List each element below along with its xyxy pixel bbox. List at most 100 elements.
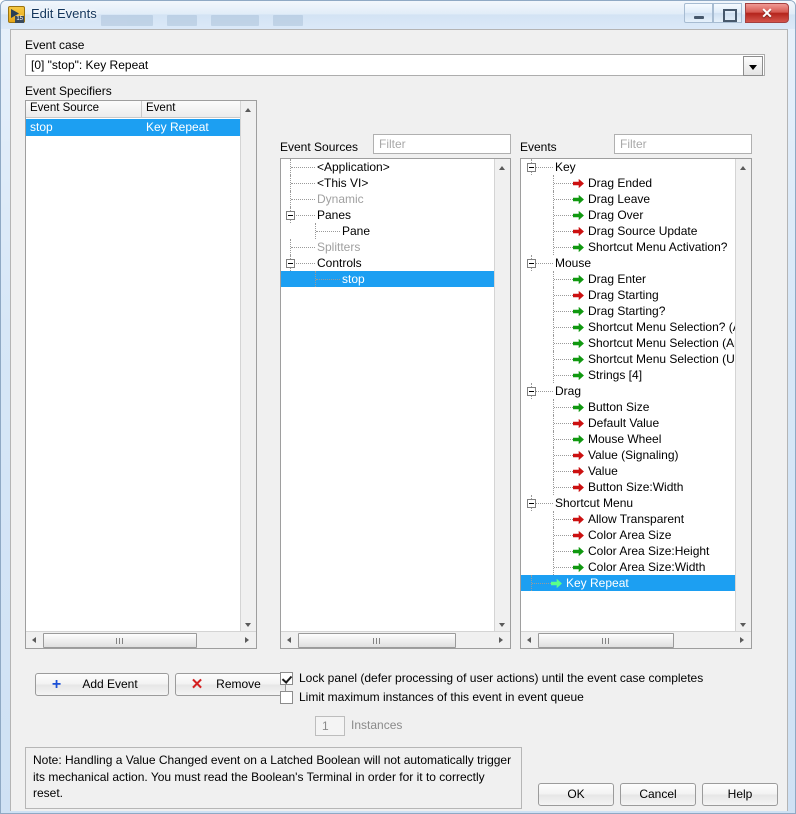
- tree-item[interactable]: Drag Starting?: [521, 303, 735, 319]
- scroll-up-icon[interactable]: [241, 102, 256, 117]
- tree-item[interactable]: Drag Enter: [521, 271, 735, 287]
- tree-item[interactable]: Drag Source Update: [521, 223, 735, 239]
- collapse-icon[interactable]: [527, 387, 536, 396]
- tree-item-selected[interactable]: stop: [281, 271, 494, 287]
- tree-item-label: Drag Leave: [588, 192, 651, 206]
- events-filter-input[interactable]: Filter: [614, 134, 752, 154]
- tree-item[interactable]: Shortcut Menu Selection? (Ap: [521, 319, 735, 335]
- tree-item[interactable]: Drag: [521, 383, 735, 399]
- add-event-button[interactable]: + Add Event: [35, 673, 169, 696]
- table-row[interactable]: stop Key Repeat: [26, 119, 240, 136]
- tree-item-label: Drag Starting?: [588, 304, 666, 318]
- scrollbar-thumb[interactable]: [43, 633, 197, 648]
- close-button[interactable]: [745, 3, 789, 23]
- tree-item[interactable]: Color Area Size: [521, 527, 735, 543]
- scroll-left-icon[interactable]: [522, 633, 537, 648]
- filter-arrow-icon: [573, 195, 584, 204]
- tree-connector: [291, 199, 315, 200]
- events-vertical-scrollbar[interactable]: [735, 159, 751, 632]
- scroll-left-icon[interactable]: [282, 633, 297, 648]
- collapse-icon[interactable]: [527, 259, 536, 268]
- event-sources-vertical-scrollbar[interactable]: [494, 159, 510, 632]
- tree-item[interactable]: Color Area Size:Height: [521, 543, 735, 559]
- event-specifiers-horizontal-scrollbar[interactable]: [26, 631, 256, 648]
- instances-label: Instances: [351, 718, 403, 732]
- chevron-down-icon[interactable]: [743, 56, 763, 76]
- event-sources-horizontal-scrollbar[interactable]: [281, 631, 510, 648]
- tree-item[interactable]: Splitters: [281, 239, 494, 255]
- tree-item[interactable]: Value: [521, 463, 735, 479]
- limit-instances-checkbox[interactable]: [280, 691, 293, 704]
- tree-item[interactable]: Mouse: [521, 255, 735, 271]
- tree-item-label: Panes: [317, 208, 352, 222]
- scroll-up-icon[interactable]: [495, 160, 510, 175]
- scroll-right-icon[interactable]: [735, 633, 750, 648]
- tree-item[interactable]: Default Value: [521, 415, 735, 431]
- scroll-left-icon[interactable]: [27, 633, 42, 648]
- tree-item-label: Color Area Size:Width: [588, 560, 706, 574]
- tree-item[interactable]: Mouse Wheel: [521, 431, 735, 447]
- event-sources-filter-input[interactable]: Filter: [373, 134, 511, 154]
- scroll-down-icon[interactable]: [495, 617, 510, 632]
- tree-item[interactable]: Shortcut Menu: [521, 495, 735, 511]
- ok-button[interactable]: OK: [538, 783, 614, 806]
- scroll-down-icon[interactable]: [241, 617, 256, 632]
- event-sources-tree[interactable]: <Application> <This VI> Dynamic Panes Pane Sp…: [280, 158, 511, 649]
- scroll-up-icon[interactable]: [736, 160, 751, 175]
- events-horizontal-scrollbar[interactable]: [521, 631, 751, 648]
- tree-connector: [554, 407, 575, 408]
- tree-item[interactable]: Button Size:Width: [521, 479, 735, 495]
- tree-item[interactable]: Drag Leave: [521, 191, 735, 207]
- tree-item[interactable]: Dynamic: [281, 191, 494, 207]
- minimize-button[interactable]: [684, 3, 713, 23]
- tree-item[interactable]: Color Area Size:Width: [521, 559, 735, 575]
- events-tree[interactable]: Key Drag Ended Drag Leave Drag Over Drag Sou…: [520, 158, 752, 649]
- tree-item[interactable]: Shortcut Menu Activation?: [521, 239, 735, 255]
- tree-item[interactable]: Panes: [281, 207, 494, 223]
- filter-arrow-icon: [551, 579, 562, 588]
- cancel-button[interactable]: Cancel: [620, 783, 696, 806]
- tree-item[interactable]: Button Size: [521, 399, 735, 415]
- column-header-event-source: Event Source: [26, 101, 142, 118]
- tree-item[interactable]: Controls: [281, 255, 494, 271]
- tree-item[interactable]: Value (Signaling): [521, 447, 735, 463]
- tree-item-label: Splitters: [317, 240, 361, 254]
- filter-arrow-icon: [573, 355, 584, 364]
- help-button[interactable]: Help: [702, 783, 778, 806]
- scroll-down-icon[interactable]: [736, 617, 751, 632]
- scroll-right-icon[interactable]: [240, 633, 255, 648]
- scroll-right-icon[interactable]: [494, 633, 509, 648]
- dialog-client-area: Event case [0] "stop": Key Repeat Event …: [10, 29, 788, 811]
- collapse-icon[interactable]: [286, 259, 295, 268]
- tree-item[interactable]: Shortcut Menu Selection (Use: [521, 351, 735, 367]
- cell-event-source: stop: [26, 119, 142, 136]
- tree-item[interactable]: <Application>: [281, 159, 494, 175]
- title-bar: Edit Events: [1, 1, 795, 29]
- scrollbar-thumb[interactable]: [298, 633, 456, 648]
- scrollbar-thumb[interactable]: [538, 633, 674, 648]
- tree-item[interactable]: Drag Starting: [521, 287, 735, 303]
- ok-label: OK: [567, 787, 585, 801]
- tree-item[interactable]: Strings [4]: [521, 367, 735, 383]
- tree-item[interactable]: <This VI>: [281, 175, 494, 191]
- lock-panel-checkbox[interactable]: [280, 672, 293, 685]
- notify-arrow-icon: [573, 531, 584, 540]
- tree-item[interactable]: Shortcut Menu Selection (App: [521, 335, 735, 351]
- event-specifiers-table[interactable]: Event Source Event stop Key Repeat: [25, 100, 257, 649]
- collapse-icon[interactable]: [527, 163, 536, 172]
- instances-input[interactable]: 1: [315, 716, 345, 736]
- maximize-button[interactable]: [713, 3, 742, 23]
- collapse-icon[interactable]: [527, 499, 536, 508]
- tree-item[interactable]: Drag Over: [521, 207, 735, 223]
- event-case-combo[interactable]: [0] "stop": Key Repeat: [25, 54, 765, 76]
- tree-item-selected[interactable]: Key Repeat: [521, 575, 735, 591]
- tree-item[interactable]: Pane: [281, 223, 494, 239]
- tree-connector: [554, 215, 575, 216]
- remove-button[interactable]: ✕ Remove: [175, 673, 286, 696]
- tree-item-label: Shortcut Menu Activation?: [588, 240, 728, 254]
- collapse-icon[interactable]: [286, 211, 295, 220]
- tree-item[interactable]: Drag Ended: [521, 175, 735, 191]
- event-specifiers-vertical-scrollbar[interactable]: [240, 101, 256, 632]
- tree-item[interactable]: Key: [521, 159, 735, 175]
- tree-item[interactable]: Allow Transparent: [521, 511, 735, 527]
